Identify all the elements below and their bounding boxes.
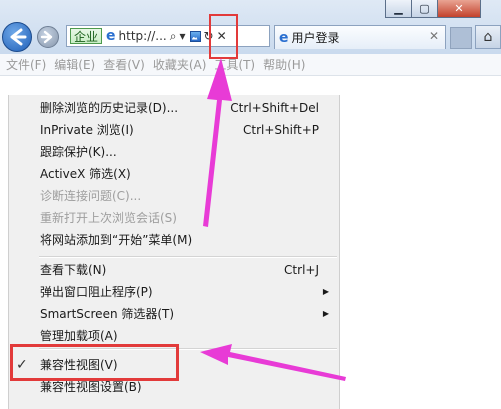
- menu-item-activex-filter[interactable]: ActiveX 筛选(X): [9, 163, 339, 185]
- forward-button[interactable]: [37, 26, 59, 48]
- menu-bar: 文件(F) 编辑(E) 查看(V) 收藏夹(A) 工具(T) 帮助(H): [0, 54, 501, 76]
- shortcut-text: Ctrl+J: [284, 263, 319, 277]
- ie-logo-icon: e: [279, 29, 289, 46]
- close-window-button[interactable]: ✕: [437, 0, 481, 18]
- tab-close-icon[interactable]: ✕: [429, 29, 439, 43]
- site-badge[interactable]: 企业: [70, 28, 103, 44]
- menu-item-inprivate[interactable]: InPrivate 浏览(I) Ctrl+Shift+P: [9, 119, 339, 141]
- ie-logo-icon: e: [106, 28, 116, 44]
- minimize-button[interactable]: ▁: [385, 0, 412, 18]
- browser-chrome: ▁ ▢ ✕ 企业 e http://... ⌕ ▾ ↻ ✕ e 用户登录 ✕ ⌂: [0, 0, 501, 54]
- annotation-highlight-box: [209, 14, 238, 59]
- minimize-icon: ▁: [394, 2, 403, 15]
- back-button[interactable]: [2, 22, 32, 52]
- new-tab-button[interactable]: [450, 27, 472, 49]
- maximize-icon: ▢: [419, 2, 430, 15]
- menu-item-popup-blocker[interactable]: 弹出窗口阻止程序(P) ▶: [9, 281, 339, 303]
- menu-edit[interactable]: 编辑(E): [54, 56, 95, 73]
- tab-user-login[interactable]: e 用户登录 ✕: [274, 25, 446, 49]
- back-arrow-icon: [10, 28, 27, 46]
- annotation-highlight-box: [10, 344, 179, 381]
- maximize-button[interactable]: ▢: [411, 0, 438, 18]
- compatibility-view-icon[interactable]: [189, 30, 201, 42]
- menu-file[interactable]: 文件(F): [6, 56, 46, 73]
- submenu-arrow-icon: ▶: [322, 287, 329, 296]
- close-icon: ✕: [454, 2, 464, 15]
- menu-item-view-downloads[interactable]: 查看下载(N) Ctrl+J: [9, 259, 339, 281]
- menu-item-tracking-protection[interactable]: 跟踪保护(K)...: [9, 141, 339, 163]
- shortcut-text: Ctrl+Shift+Del: [230, 101, 319, 115]
- home-button[interactable]: ⌂: [475, 25, 501, 49]
- menu-view[interactable]: 查看(V): [103, 56, 145, 73]
- menu-help[interactable]: 帮助(H): [263, 56, 305, 73]
- address-bar[interactable]: 企业 e http://... ⌕ ▾ ↻ ✕: [66, 25, 270, 47]
- menu-favorites[interactable]: 收藏夹(A): [153, 56, 207, 73]
- menu-item-add-to-start[interactable]: 将网站添加到“开始”菜单(M): [9, 229, 339, 251]
- shortcut-text: Ctrl+Shift+P: [243, 123, 319, 137]
- menu-separator: [39, 256, 337, 258]
- menu-item-delete-history[interactable]: 删除浏览的历史记录(D)... Ctrl+Shift+Del: [9, 97, 339, 119]
- address-url-text[interactable]: http://...: [119, 29, 167, 43]
- forward-arrow-icon: [40, 30, 53, 44]
- menu-item-diagnose-connection: 诊断连接问题(C)...: [40, 189, 142, 203]
- search-icon[interactable]: ⌕: [170, 29, 177, 44]
- tab-title: 用户登录: [291, 31, 340, 45]
- chevron-down-icon[interactable]: ▾: [179, 29, 185, 43]
- home-icon: ⌂: [483, 29, 493, 45]
- menu-item-smartscreen[interactable]: SmartScreen 筛选器(T) ▶: [9, 303, 339, 325]
- window-controls: ▁ ▢ ✕: [385, 0, 481, 18]
- menu-item-reopen-session: 重新打开上次浏览会话(S): [40, 211, 177, 225]
- submenu-arrow-icon: ▶: [322, 309, 329, 318]
